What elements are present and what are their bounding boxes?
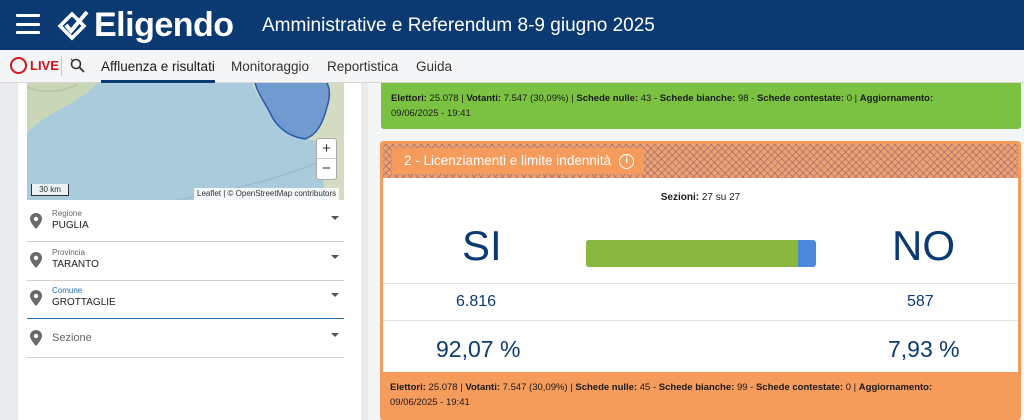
referendum-card-1: Elettori: 25.078 | Votanti: 7.547 (30,09… — [381, 83, 1021, 129]
elettori-value: 25.078 — [429, 93, 459, 104]
info-icon[interactable]: i — [619, 153, 635, 169]
zoom-out-button[interactable]: − — [317, 159, 336, 179]
tab-reportistica[interactable]: Reportistica — [327, 50, 398, 83]
live-label: LIVE — [30, 58, 59, 73]
votanti-value: 7.547 (30,09%) — [503, 93, 569, 104]
bianche-value: 99 — [736, 382, 748, 393]
aggiornamento-label: Aggiornamento: — [858, 382, 933, 393]
contestate-label: Schede contestate: — [755, 382, 844, 393]
tab-monitoraggio[interactable]: Monitoraggio — [231, 50, 309, 83]
tab-affluenza-risultati[interactable]: Affluenza e risultati — [101, 50, 215, 83]
sezioni-count: Sezioni: 27 su 27 — [380, 192, 1021, 203]
no-label: NO — [892, 222, 955, 269]
page-title: Amministrative e Referendum 8-9 giugno 2… — [262, 15, 655, 36]
sezione-select[interactable]: Sezione — [27, 322, 344, 358]
regione-label: Regione — [52, 209, 82, 218]
nulle-value: 43 — [640, 93, 652, 104]
sezione-placeholder: Sezione — [52, 332, 92, 344]
si-votes: 6.816 — [456, 293, 497, 310]
comune-label: Comune — [52, 286, 83, 295]
logo[interactable]: Eligendo — [56, 6, 234, 44]
divider — [383, 320, 1018, 321]
hamburger-icon[interactable] — [16, 14, 40, 34]
votanti-label: Votanti: — [466, 93, 501, 104]
votanti-value: 7.547 (30,09%) — [502, 382, 568, 393]
si-percentage: 92,07 % — [436, 336, 521, 362]
card-stats: Elettori: 25.078 | Votanti: 7.547 (30,09… — [390, 382, 933, 408]
provincia-select[interactable]: Provincia TARANTO — [27, 244, 344, 281]
result-bar-si — [586, 240, 798, 267]
card-stats: Elettori: 25.078 | Votanti: 7.547 (30,09… — [391, 93, 934, 119]
aggiornamento-value: 09/06/2025 - 19:41 — [391, 108, 471, 119]
tab-guida[interactable]: Guida — [416, 50, 452, 83]
no-percentage: 7,93 % — [888, 336, 960, 362]
no-votes: 587 — [907, 293, 934, 310]
comune-select[interactable]: Comune GROTTAGLIE — [27, 282, 344, 319]
elettori-label: Elettori: — [390, 382, 426, 393]
elettori-value: 25.078 — [428, 382, 458, 393]
search-icon[interactable] — [69, 57, 87, 80]
live-circle-icon — [10, 57, 27, 74]
sezioni-value: 27 su 27 — [701, 192, 741, 203]
chevron-down-icon — [331, 293, 339, 297]
location-pin-icon — [30, 290, 42, 306]
nav-bar: LIVE Affluenza e risultati Monitoraggio … — [0, 50, 1024, 83]
bianche-label: Schede bianche: — [659, 93, 736, 104]
result-bar — [586, 240, 816, 267]
map-scale: 30 km — [31, 184, 69, 196]
provincia-label: Provincia — [52, 248, 85, 257]
nulle-value: 45 — [639, 382, 651, 393]
map[interactable] — [27, 83, 344, 200]
zoom-in-button[interactable]: + — [317, 139, 336, 159]
card-title-text: 2 - Licenziamenti e limite indennità — [404, 153, 612, 168]
bianche-label: Schede bianche: — [658, 382, 735, 393]
elettori-label: Elettori: — [391, 93, 427, 104]
comune-value: GROTTAGLIE — [52, 297, 116, 308]
top-bar: Eligendo Amministrative e Referendum 8-9… — [0, 0, 1024, 50]
regione-value: PUGLIA — [52, 220, 89, 231]
map-zoom-control: + − — [316, 138, 337, 180]
divider — [383, 283, 1018, 284]
aggiornamento-label: Aggiornamento: — [859, 93, 934, 104]
nav-divider — [61, 56, 62, 76]
contestate-label: Schede contestate: — [756, 93, 845, 104]
regione-select[interactable]: Regione PUGLIA — [27, 205, 344, 242]
nulle-label: Schede nulle: — [575, 382, 638, 393]
location-pin-icon — [30, 252, 42, 268]
live-button[interactable]: LIVE — [10, 57, 59, 74]
chevron-down-icon — [331, 333, 339, 337]
logo-text: Eligendo — [94, 5, 234, 44]
ballot-check-icon — [57, 10, 89, 41]
nulle-label: Schede nulle: — [576, 93, 639, 104]
map-tiles — [27, 83, 344, 200]
aggiornamento-value: 09/06/2025 - 19:41 — [390, 397, 470, 408]
map-attribution[interactable]: Leaflet | © OpenStreetMap contributors — [194, 188, 340, 200]
sezioni-label: Sezioni: — [660, 192, 700, 203]
location-pin-icon — [30, 330, 42, 346]
chevron-down-icon — [331, 255, 339, 259]
contestate-value: 0 — [846, 93, 853, 104]
si-label: SI — [462, 222, 502, 269]
location-pin-icon — [30, 213, 42, 229]
provincia-value: TARANTO — [52, 259, 99, 270]
card-title: 2 - Licenziamenti e limite indennità i — [392, 148, 645, 174]
contestate-value: 0 — [845, 382, 852, 393]
votanti-label: Votanti: — [465, 382, 500, 393]
chevron-down-icon — [331, 216, 339, 220]
bianche-value: 98 — [737, 93, 749, 104]
